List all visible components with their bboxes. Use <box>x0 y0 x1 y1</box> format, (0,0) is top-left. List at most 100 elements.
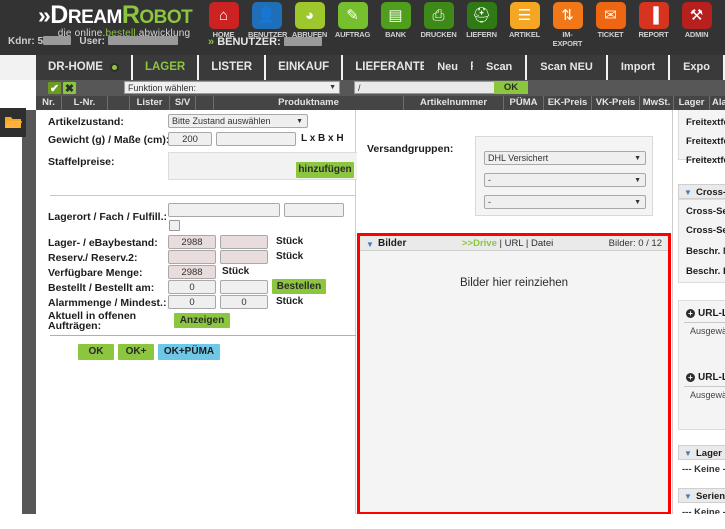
action-tab-expo[interactable]: Expo <box>670 55 723 80</box>
column-header-vk-preis[interactable]: VK-Preis <box>592 96 640 110</box>
top-nav-label-benutzer: BENUTZER <box>248 30 288 39</box>
hinzufuegen-button[interactable]: hinzufügen <box>296 162 354 178</box>
column-header-artikelnummer[interactable]: Artikelnummer <box>404 96 504 110</box>
collapse-caret-icon[interactable]: ▼ <box>366 240 374 249</box>
reserv2-input[interactable] <box>220 250 268 264</box>
artikelzustand-select[interactable]: ▼ Bitte Zustand auswählen <box>168 114 308 128</box>
column-header-mwst-[interactable]: MwSt. <box>640 96 674 110</box>
top-nav-item-home[interactable]: ⌂ HOME <box>205 2 242 48</box>
confirm-check-icon[interactable]: ✔ <box>48 82 61 95</box>
bestellt-input[interactable]: 0 <box>168 280 216 294</box>
versandgruppe-select-1[interactable]: ▼ DHL Versichert <box>484 151 646 165</box>
top-nav-item-apps[interactable]: ∷APPS <box>721 2 725 48</box>
top-nav-item-admin[interactable]: ⚒ ADMIN <box>678 2 715 48</box>
column-header-blank[interactable] <box>108 96 130 110</box>
ebay-input[interactable] <box>220 235 268 249</box>
ok-puma-button[interactable]: OK+PÜMA <box>158 344 220 360</box>
top-nav-label-ticket: TICKET <box>597 30 624 39</box>
article-detail-form: Artikelzustand: ▼ Bitte Zustand auswähle… <box>36 110 358 529</box>
column-header-ek-preis[interactable]: EK-Preis <box>544 96 592 110</box>
lagerort-label: Lagerort / Fach / Fulfill.: <box>48 211 168 223</box>
mindest-input[interactable]: 0 <box>220 295 268 309</box>
download-icon-glyph: ◕ <box>304 7 315 24</box>
alarm-unit-label: Stück <box>276 296 304 307</box>
function-select[interactable]: ▼ Funktion wählen: <box>124 81 340 94</box>
tab-dr-home[interactable]: DR-HOME <box>36 55 131 80</box>
top-nav-label-auftrag: AUFTRAG <box>334 30 371 39</box>
action-tab-neu[interactable]: Neu <box>424 55 471 80</box>
versandgruppen-box: ▼ DHL Versichert ▼ - ▼ - <box>475 136 653 216</box>
url-list-block-2[interactable]: +URL-Liste <box>686 372 725 383</box>
cross-selling-title: Cross-Selling <box>696 187 725 198</box>
bilder-sep-1: | <box>499 238 502 249</box>
sub-toolbar: ✔ ✖ ▼ Funktion wählen: ▼ / OK <box>36 80 725 96</box>
form-divider-1 <box>50 195 356 196</box>
top-nav-item-auftrag[interactable]: ✎ AUFTRAG <box>334 2 371 48</box>
column-header-nr-[interactable]: Nr. <box>36 96 62 110</box>
function-filter-value: / <box>358 83 361 93</box>
tab-lager[interactable]: LAGER <box>132 55 198 80</box>
action-tab-scan-neu[interactable]: Scan NEU <box>527 55 606 80</box>
action-tab-import[interactable]: Import <box>607 55 669 80</box>
fach-input[interactable] <box>284 203 344 217</box>
seriennummern-section-header[interactable]: ▼ Seriennummern <box>678 488 725 503</box>
ok-button[interactable]: OK <box>78 344 114 360</box>
ok-plus-button[interactable]: OK+ <box>118 344 154 360</box>
chevron-down-icon: ▼ <box>634 155 641 162</box>
folder-icon[interactable] <box>0 108 26 137</box>
kdnr-label: Kdnr: <box>8 36 35 47</box>
top-nav-label-bank: BANK <box>385 30 406 39</box>
column-header-l-nr-[interactable]: L-Nr. <box>62 96 108 110</box>
toolbar-ok-button[interactable]: OK <box>494 81 528 94</box>
url-list-label-2: URL-Liste <box>698 372 725 383</box>
bilder-dropzone[interactable]: Bilder hier reinziehen <box>360 251 668 512</box>
user-icon: 👤 <box>251 2 282 29</box>
column-header-lager[interactable]: Lager <box>674 96 710 110</box>
bestellen-button[interactable]: Bestellen <box>272 279 326 294</box>
top-nav-item-liefern[interactable]: ⛑ LIEFERN <box>463 2 500 48</box>
bilder-drive-link[interactable]: >>Drive <box>462 238 497 249</box>
anzeigen-button[interactable]: Anzeigen <box>174 313 230 328</box>
column-header-alarm[interactable]: Alarm <box>710 96 725 110</box>
offene-auftraege-label-2: Aufträgen: <box>48 320 102 332</box>
top-nav-item-report[interactable]: ▐ REPORT <box>635 2 672 48</box>
url-list-block-1[interactable]: +URL-Liste <box>686 308 725 319</box>
column-header-lister[interactable]: Lister <box>130 96 170 110</box>
column-header-produktname[interactable]: Produktname <box>214 96 404 110</box>
fulfillment-checkbox[interactable] <box>169 220 180 231</box>
versandgruppe-select-3[interactable]: ▼ - <box>484 195 646 209</box>
import-export-icon: ⇅ <box>552 2 583 29</box>
top-nav-item-ticket[interactable]: ✉ TICKET <box>592 2 629 48</box>
cross-selling-section-header[interactable]: ▼ Cross-Selling <box>678 184 725 199</box>
top-nav-item-bank[interactable]: ▤ BANK <box>377 2 414 48</box>
lager-historie-section-header[interactable]: ▼ Lager Historie <box>678 445 725 460</box>
top-nav-item-drucken[interactable]: ⎙ DRUCKEN <box>420 2 457 48</box>
printer-icon: ⎙ <box>423 2 454 29</box>
folder-glyph <box>5 117 22 128</box>
column-header-s-v[interactable]: S/V <box>170 96 196 110</box>
lagerort-input[interactable] <box>168 203 280 217</box>
action-tab-scan[interactable]: Scan <box>472 55 526 80</box>
alarm-input[interactable]: 0 <box>168 295 216 309</box>
masse-suffix-label: L x B x H <box>301 133 344 144</box>
bilder-datei-link[interactable]: Datei <box>531 238 553 249</box>
tab-lister[interactable]: LISTER <box>199 55 265 80</box>
masse-input[interactable] <box>216 132 296 146</box>
bilder-header: ▼ Bilder >>Drive | URL | Datei Bilder: 0… <box>360 236 668 251</box>
column-header-p-ma[interactable]: PÜMA <box>504 96 544 110</box>
top-nav-item-im-export[interactable]: ⇅ IM-EXPORT <box>549 2 586 48</box>
tab-einkauf[interactable]: EINKAUF <box>266 55 342 80</box>
lager-input[interactable]: 2988 <box>168 235 216 249</box>
bestellt-am-input[interactable] <box>220 280 268 294</box>
cancel-cross-icon[interactable]: ✖ <box>63 82 76 95</box>
top-nav-item-abrufen[interactable]: ◕ ABRUFEN <box>291 2 328 48</box>
top-nav-item-artikel[interactable]: ☰ ARTIKEL <box>506 2 543 48</box>
column-header-blank[interactable] <box>196 96 214 110</box>
gewicht-input[interactable]: 200 <box>168 132 212 146</box>
chart-icon: ▐ <box>638 2 669 29</box>
versandgruppe-select-2[interactable]: ▼ - <box>484 173 646 187</box>
chevron-down-icon: ▼ <box>329 84 336 91</box>
reserv-input[interactable] <box>168 250 216 264</box>
top-nav-item-benutzer[interactable]: 👤 BENUTZER <box>248 2 288 48</box>
bilder-url-link[interactable]: URL <box>505 238 524 249</box>
